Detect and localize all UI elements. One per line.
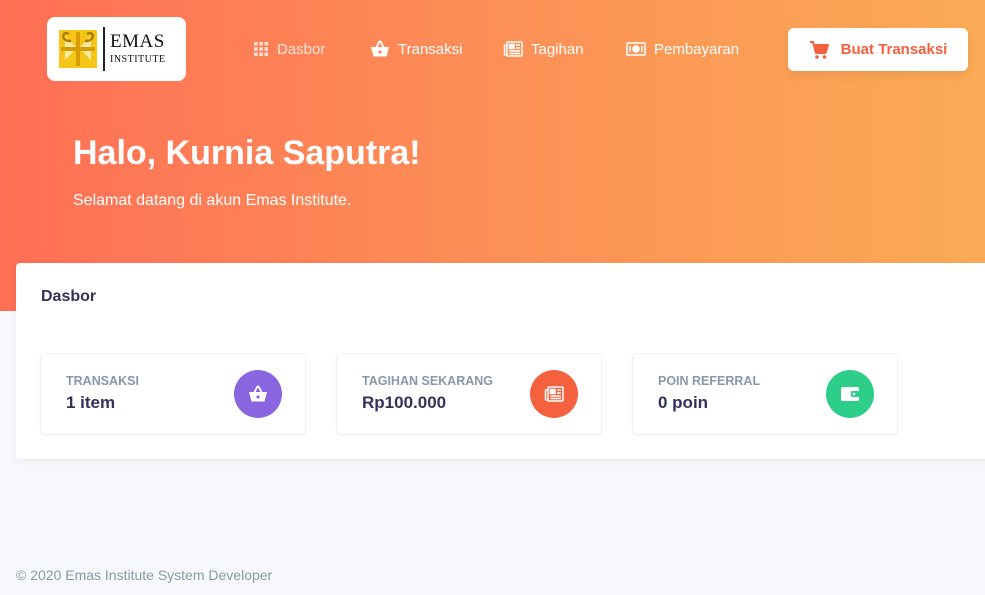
stat-card-transaksi[interactable]: TRANSAKSI 1 item [40,353,306,435]
stat-icon-badge [826,370,874,418]
nav-label-dasbor: Dasbor [277,40,326,58]
nav-label-transaksi: Transaksi [398,40,463,58]
nav-label-pembayaran: Pembayaran [654,40,740,58]
cart-icon [809,40,829,59]
newspaper-icon [503,41,523,57]
nav-item-dasbor[interactable]: Dasbor [253,39,325,59]
greeting-heading: Halo, Kurnia Saputra! [73,134,421,172]
greeting-subtitle: Selamat datang di akun Emas Institute. [73,192,352,209]
basket-icon [371,40,389,57]
dashboard-card: Dasbor TRANSAKSI 1 item TAGIHAN SEKARANG… [16,263,985,459]
emas-logo-icon [59,30,97,68]
stat-value: 0 poin [658,393,709,412]
stat-value: 1 item [66,393,116,412]
nav-label-tagihan: Tagihan [531,40,584,58]
stat-label: POIN REFERRAL [658,374,761,388]
create-transaction-label: Buat Transaksi [840,41,948,58]
brand-line-1: EMAS [110,31,165,52]
logo-divider [103,27,105,71]
stat-label: TRANSAKSI [66,374,139,388]
nav-item-transaksi[interactable]: Transaksi [370,39,462,59]
nav-item-pembayaran[interactable]: Pembayaran [626,39,739,59]
basket-icon [249,385,267,402]
brand-line-2: INSTITUTE [110,54,166,65]
stat-card-tagihan[interactable]: TAGIHAN SEKARANG Rp100.000 [336,353,602,435]
wallet-icon [841,387,859,401]
nav-item-tagihan[interactable]: Tagihan [503,39,584,59]
grid-icon [254,42,268,56]
create-transaction-button[interactable]: Buat Transaksi [788,28,968,71]
footer-copyright: © 2020 Emas Institute System Developer [16,567,273,583]
stat-icon-badge [530,370,578,418]
dashboard-title: Dasbor [41,288,97,305]
money-icon [626,42,646,56]
newspaper-icon [544,386,564,402]
stat-value: Rp100.000 [362,393,447,412]
stat-card-poin[interactable]: POIN REFERRAL 0 poin [632,353,898,435]
stat-label: TAGIHAN SEKARANG [362,374,494,388]
brand-wordmark: EMAS INSTITUTE [110,31,166,67]
brand-logo[interactable]: EMAS INSTITUTE [47,17,186,81]
stat-icon-badge [234,370,282,418]
